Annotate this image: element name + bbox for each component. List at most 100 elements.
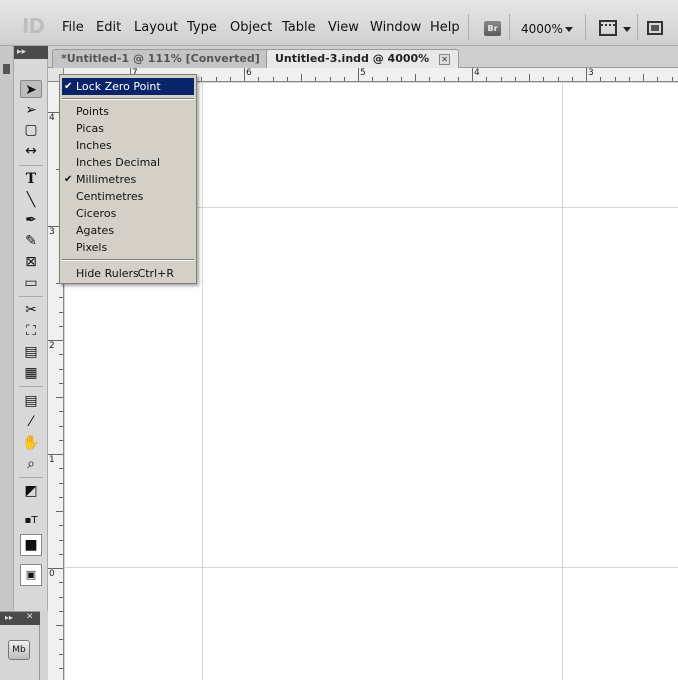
menu-item-millimetres[interactable]: ✔ Millimetres xyxy=(62,171,194,188)
grid-line xyxy=(562,83,563,680)
menu-separator xyxy=(62,259,194,261)
ruler-minor-tick xyxy=(529,74,530,81)
tool-separator xyxy=(19,386,43,387)
rectangle-frame-tool-icon[interactable]: ⊠ xyxy=(20,253,42,271)
menu-item-label: Centimetres xyxy=(76,190,144,203)
ruler-minor-tick xyxy=(443,77,445,81)
tab-untitled-1[interactable]: *Untitled-1 @ 111% [Converted] ✕ xyxy=(52,49,290,68)
menu-help[interactable]: Help xyxy=(430,20,460,35)
line-tool-icon[interactable]: ╲ xyxy=(20,191,42,209)
type-tool-icon[interactable]: T xyxy=(20,170,42,188)
zoom-dropdown-arrow-icon[interactable] xyxy=(565,27,573,32)
tool-separator xyxy=(19,296,43,297)
ruler-minor-tick xyxy=(415,74,416,81)
tools-panel: ▸▸ ➤ ➢ ▢ ↔ T ╲ ✒ ✎ ⊠ ▭ ✂ ⛶ ▤ ▦ ▤ ⁄ ✋ ⌕ ◩… xyxy=(14,46,48,611)
ruler-label: 6 xyxy=(246,68,252,78)
scissors-tool-icon[interactable]: ✂ xyxy=(20,301,42,319)
zoom-level-dropdown[interactable]: 4000% xyxy=(521,22,563,36)
menu-item-label: Lock Zero Point xyxy=(76,80,161,93)
formatting-container-text-icon[interactable]: ▪T xyxy=(20,512,42,530)
gradient-feather-tool-icon[interactable]: ▦ xyxy=(20,364,42,382)
ruler-minor-tick xyxy=(59,582,63,584)
ruler-minor-tick xyxy=(329,77,331,81)
ruler-major-tick xyxy=(586,68,587,81)
screen-mode-icon[interactable] xyxy=(647,21,663,35)
ruler-minor-tick xyxy=(286,77,288,81)
menu-window[interactable]: Window xyxy=(370,20,421,35)
tab-label: *Untitled-1 @ 111% [Converted] xyxy=(61,52,260,65)
mini-panel-collapse-button[interactable]: ▸▸ xyxy=(5,613,13,622)
hand-tool-icon[interactable]: ✋ xyxy=(20,434,42,452)
menu-item-centimetres[interactable]: Centimetres xyxy=(62,188,194,205)
app-logo: ID xyxy=(22,14,45,38)
ruler-minor-tick xyxy=(59,297,63,299)
view-options-icon[interactable] xyxy=(599,20,617,36)
ruler-minor-tick xyxy=(628,77,630,81)
ruler-minor-tick xyxy=(59,496,63,498)
selection-tool-icon[interactable]: ➤ xyxy=(20,80,42,98)
ruler-minor-tick xyxy=(56,625,63,626)
eyedropper-tool-icon[interactable]: ⁄ xyxy=(20,413,42,431)
menu-item-points[interactable]: Points xyxy=(62,103,194,120)
normal-view-mode-icon[interactable]: ▣ xyxy=(20,564,42,586)
ruler-label: 2 xyxy=(49,341,55,351)
tool-separator xyxy=(19,165,43,166)
zoom-tool-icon[interactable]: ⌕ xyxy=(20,455,42,473)
menu-file[interactable]: File xyxy=(62,20,84,35)
menubar-separator xyxy=(637,14,638,40)
menu-item-label: Inches xyxy=(76,139,112,152)
bridge-button[interactable]: Br xyxy=(484,21,501,36)
view-options-arrow-icon[interactable] xyxy=(623,27,631,32)
ruler-minor-tick xyxy=(457,77,459,81)
ruler-minor-tick xyxy=(229,77,231,81)
rectangle-tool-icon[interactable]: ▭ xyxy=(20,274,42,292)
menu-item-picas[interactable]: Picas xyxy=(62,120,194,137)
pen-tool-icon[interactable]: ✒ xyxy=(20,211,42,229)
direct-selection-tool-icon[interactable]: ➢ xyxy=(20,101,42,119)
page-tool-icon[interactable]: ▢ xyxy=(20,121,42,139)
menu-item-label: Points xyxy=(76,105,110,118)
grid-line xyxy=(202,83,203,680)
note-tool-icon[interactable]: ▤ xyxy=(20,392,42,410)
menu-item-inches-decimal[interactable]: Inches Decimal xyxy=(62,154,194,171)
ruler-major-tick xyxy=(244,68,245,81)
dock-grip-handle[interactable] xyxy=(3,64,10,74)
menu-item-ciceros[interactable]: Ciceros xyxy=(62,205,194,222)
menu-object[interactable]: Object xyxy=(230,20,272,35)
mini-bridge-icon[interactable]: Mb xyxy=(8,640,30,660)
ruler-minor-tick xyxy=(571,77,573,81)
fill-stroke-swatch-icon[interactable]: ◩ xyxy=(20,482,42,500)
free-transform-tool-icon[interactable]: ⛶ xyxy=(20,322,42,340)
menu-item-agates[interactable]: Agates xyxy=(62,222,194,239)
ruler-label: 0 xyxy=(49,569,55,579)
ruler-minor-tick xyxy=(59,354,63,356)
menu-view[interactable]: View xyxy=(328,20,359,35)
menu-item-label: Agates xyxy=(76,224,115,237)
ruler-label: 3 xyxy=(49,227,55,237)
ruler-minor-tick xyxy=(59,553,63,555)
ruler-minor-tick xyxy=(400,77,402,81)
menu-type[interactable]: Type xyxy=(187,20,217,35)
menu-item-hide-rulers[interactable]: Hide Rulers Ctrl+R xyxy=(62,265,194,282)
ruler-minor-tick xyxy=(59,639,63,641)
gap-tool-icon[interactable]: ↔ xyxy=(20,142,42,160)
menu-table[interactable]: Table xyxy=(282,20,316,35)
menu-layout[interactable]: Layout xyxy=(134,20,178,35)
mini-panel-close-button[interactable]: ✕ xyxy=(26,612,34,622)
tab-untitled-3[interactable]: Untitled-3.indd @ 4000% ✕ xyxy=(266,49,460,68)
ruler-minor-tick xyxy=(514,77,516,81)
left-panel-dock xyxy=(0,46,14,680)
gradient-swatch-tool-icon[interactable]: ▤ xyxy=(20,343,42,361)
menu-item-inches[interactable]: Inches xyxy=(62,137,194,154)
menu-item-lock-zero-point[interactable]: ✔ Lock Zero Point xyxy=(62,78,194,95)
ruler-minor-tick xyxy=(59,425,63,427)
ruler-minor-tick xyxy=(59,382,63,384)
menu-edit[interactable]: Edit xyxy=(96,20,121,35)
tools-panel-collapse-button[interactable]: ▸▸ xyxy=(14,46,48,59)
apply-color-icon[interactable]: ■ xyxy=(20,534,42,556)
menu-item-pixels[interactable]: Pixels xyxy=(62,239,194,256)
ruler-minor-tick xyxy=(343,77,345,81)
pencil-tool-icon[interactable]: ✎ xyxy=(20,232,42,250)
ruler-minor-tick xyxy=(643,74,644,81)
tab-close-icon[interactable]: ✕ xyxy=(439,53,451,65)
